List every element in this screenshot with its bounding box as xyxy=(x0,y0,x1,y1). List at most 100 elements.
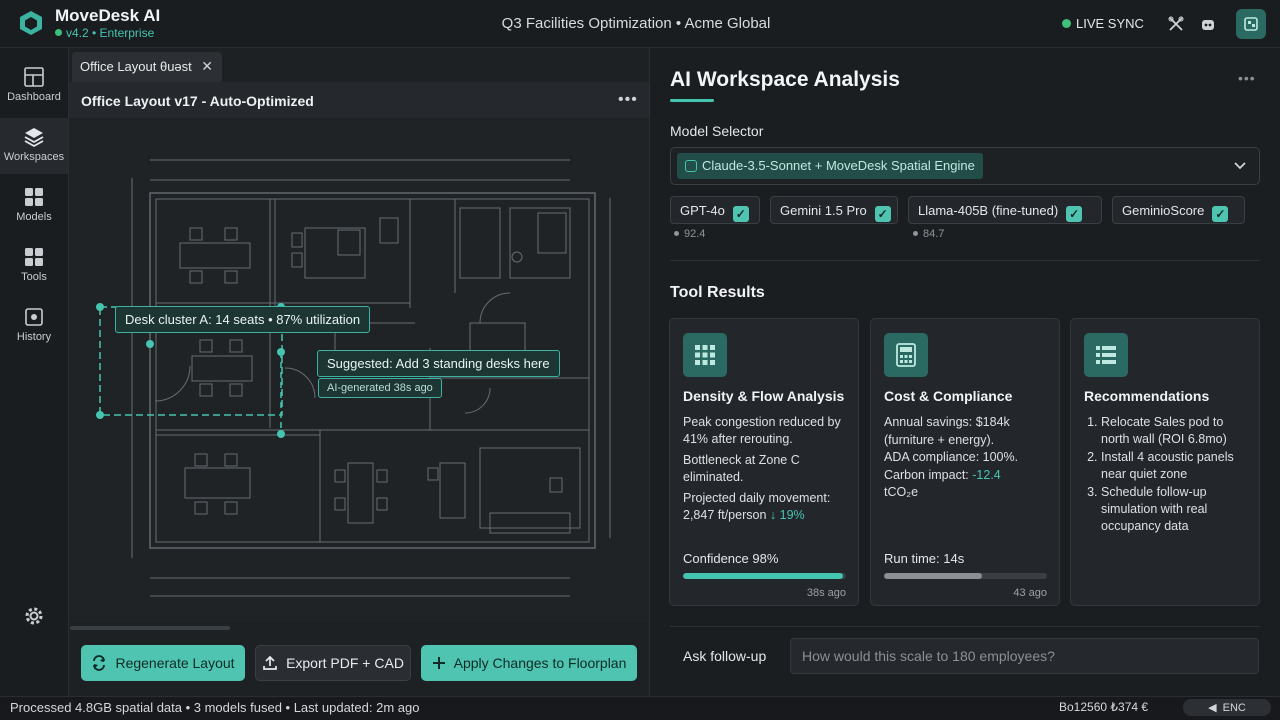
card-body: Annual savings: $184k (furniture + energ… xyxy=(884,414,1054,502)
model-option-gemini[interactable]: Gemini 1.5 Pro ✓ xyxy=(770,196,898,224)
runtime-bar-fill xyxy=(884,573,982,579)
sidebar: Dashboard Workspaces Models Tools Histor… xyxy=(0,48,69,696)
movement-delta: ↓ 19% xyxy=(769,508,805,522)
sidebar-item-workspaces[interactable]: Workspaces xyxy=(0,118,68,174)
score-dot-icon xyxy=(913,231,918,236)
scissors-icon xyxy=(1168,16,1184,31)
card-timestamp: 38s ago xyxy=(806,587,846,599)
confidence-bar-fill xyxy=(683,573,843,579)
card-title: Cost & Compliance xyxy=(884,388,1013,404)
card-text: ADA compliance: 100%. xyxy=(884,450,1019,464)
carbon-value: -12.4 xyxy=(972,467,1001,482)
app-version: v4.2 • Enterprise xyxy=(55,26,154,40)
sidebar-item-label: History xyxy=(16,331,52,343)
recommendation-item[interactable]: Install 4 acoustic panels near quiet zon… xyxy=(1101,449,1254,483)
model-option-llama[interactable]: Llama-405B (fine-tuned) ✓ xyxy=(908,196,1102,224)
card-text-prefix: Carbon impact: xyxy=(884,467,969,482)
collaborate-button[interactable] xyxy=(1162,10,1190,38)
checkbox-checked-icon[interactable]: ✓ xyxy=(1066,206,1083,222)
section-divider xyxy=(670,260,1260,261)
more-options-icon[interactable]: ••• xyxy=(1238,70,1256,86)
card-text: Projected daily movement: 2,847 ft/perso… xyxy=(683,490,853,524)
sidebar-item-models[interactable]: Models xyxy=(0,178,68,234)
card-metric: Run time: 14s xyxy=(884,551,965,566)
robot-icon xyxy=(1202,20,1214,30)
grid-icon xyxy=(683,333,727,377)
sync-toggle[interactable]: ◀ ENC xyxy=(1183,699,1271,716)
card-text-prefix: Projected daily movement: 2,847 ft/perso… xyxy=(683,491,831,522)
sidebar-item-label: Models xyxy=(16,211,52,223)
sync-label: ENC xyxy=(1222,701,1246,714)
desk-cluster-callout[interactable]: Desk cluster A: 14 seats • 87% utilizati… xyxy=(115,306,371,333)
assistant-button[interactable] xyxy=(1194,10,1222,38)
cost-compliance-card[interactable]: Cost & Compliance Annual savings: $184k … xyxy=(870,318,1060,606)
sidebar-item-label: Workspaces xyxy=(3,151,65,163)
card-text: Peak congestion reduced by 41% after rer… xyxy=(683,415,841,446)
app-title: MoveDesk AI xyxy=(55,6,161,25)
history-icon xyxy=(25,308,43,326)
chevron-down-icon[interactable] xyxy=(1232,157,1248,173)
selected-model-label: Claude-3.5-Sonnet + MoveDesk Spatial Eng… xyxy=(702,158,975,173)
model-option-label: GPT-4o xyxy=(680,203,725,218)
checkbox-checked-icon[interactable]: ✓ xyxy=(1212,206,1229,222)
apply-changes-button[interactable]: Apply Changes to Floorplan xyxy=(421,645,637,681)
toggle-panel-button[interactable] xyxy=(1236,9,1266,39)
chevron-left-icon[interactable]: ◀ xyxy=(1208,701,1216,714)
tab-office-layout[interactable]: Office Layout θuəst ✕ xyxy=(72,52,222,82)
checkbox-checked-icon[interactable]: ✓ xyxy=(874,206,891,222)
title-underline xyxy=(670,99,714,102)
export-button[interactable]: Export PDF + CAD xyxy=(255,645,411,681)
export-label: Export PDF + CAD xyxy=(286,655,404,671)
calculator-icon xyxy=(884,333,928,377)
model-option-label: Gemini 1.5 Pro xyxy=(780,203,867,218)
grid-icon xyxy=(25,188,43,206)
tab-label: Office Layout θuəst xyxy=(80,59,192,74)
tools-icon xyxy=(25,248,43,266)
list-icon xyxy=(1084,333,1128,377)
plan-title: Office Layout v17 - Auto-Optimized xyxy=(81,93,314,109)
layers-icon xyxy=(24,128,44,148)
card-metric: Confidence 98% xyxy=(683,551,779,566)
card-title: Density & Flow Analysis xyxy=(683,388,845,404)
more-options-icon[interactable]: ••• xyxy=(618,91,638,109)
plus-icon xyxy=(432,657,445,669)
model-option-geminiscore[interactable]: GeminioScore ✓ xyxy=(1112,196,1245,224)
carbon-unit: tCO₂e xyxy=(884,485,919,499)
sidebar-item-tools[interactable]: Tools xyxy=(0,238,68,294)
card-body: Peak congestion reduced by 41% after rer… xyxy=(683,414,853,528)
followup-label: Ask follow-up xyxy=(683,648,767,664)
sidebar-item-dashboard[interactable]: Dashboard xyxy=(0,58,68,114)
coords-readout: Bo12560 ₺374 € xyxy=(1059,700,1149,714)
horizontal-scrollbar[interactable] xyxy=(70,626,230,630)
panel-divider[interactable] xyxy=(649,48,650,696)
card-text: Bottleneck at Zone C eliminated. xyxy=(683,453,800,484)
card-title: Recommendations xyxy=(1084,388,1210,404)
layout-icon xyxy=(24,67,44,87)
score-dot-icon xyxy=(674,231,679,236)
followup-input[interactable] xyxy=(790,638,1259,674)
density-flow-card[interactable]: Density & Flow Analysis Peak congestion … xyxy=(669,318,859,606)
live-dot-icon xyxy=(1062,19,1071,28)
suggestion-callout[interactable]: Suggested: Add 3 standing desks here xyxy=(317,350,560,377)
status-dot-icon xyxy=(55,29,62,36)
selected-model-chip[interactable]: Claude-3.5-Sonnet + MoveDesk Spatial Eng… xyxy=(677,153,983,179)
card-body: Relocate Sales pod to north wall (ROI 6.… xyxy=(1084,414,1254,536)
sidebar-item-history[interactable]: History xyxy=(0,298,68,354)
live-sync-indicator[interactable]: LIVE SYNC xyxy=(1062,16,1144,31)
recommendations-card[interactable]: Recommendations Relocate Sales pod to no… xyxy=(1070,318,1260,606)
checkbox-checked-icon[interactable]: ✓ xyxy=(732,206,749,222)
apply-label: Apply Changes to Floorplan xyxy=(453,655,627,671)
sidebar-item-label: Tools xyxy=(21,271,47,283)
card-text: Annual savings: $184k (furniture + energ… xyxy=(884,415,1010,447)
panel-icon xyxy=(1244,17,1258,31)
model-option-gpt4o[interactable]: GPT-4o ✓ xyxy=(670,196,760,224)
runtime-bar xyxy=(884,573,1047,579)
model-option-label: GeminioScore xyxy=(1122,203,1205,218)
close-icon[interactable]: ✕ xyxy=(201,58,213,75)
model-score-value: 92.4 xyxy=(684,228,706,240)
recommendation-item[interactable]: Schedule follow-up simulation with real … xyxy=(1101,484,1254,535)
regenerate-layout-button[interactable]: Regenerate Layout xyxy=(81,645,245,681)
recommendations-list: Relocate Sales pod to north wall (ROI 6.… xyxy=(1084,414,1254,535)
recommendation-item[interactable]: Relocate Sales pod to north wall (ROI 6.… xyxy=(1101,414,1254,448)
gear-icon[interactable] xyxy=(22,604,46,628)
